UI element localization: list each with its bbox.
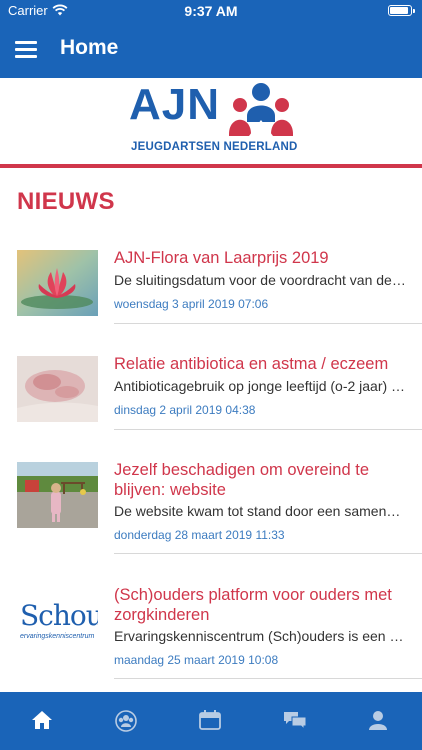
news-date: maandag 25 maart 2019 10:08: [114, 653, 279, 667]
news-thumbnail: [17, 250, 98, 316]
tab-members[interactable]: [84, 692, 168, 750]
news-date: dinsdag 2 april 2019 04:38: [114, 403, 256, 417]
tab-bar: [0, 692, 422, 750]
news-title-line: Relatie antibiotica en astma / eczeem: [114, 355, 389, 373]
list-divider: [114, 678, 422, 679]
ajn-figures-icon: [229, 83, 293, 136]
status-bar: Carrier 9:37 AM: [0, 0, 422, 22]
news-item[interactable]: Jezelf beschadigen om overeind te blijve…: [0, 460, 422, 556]
list-divider: [114, 429, 422, 430]
hamburger-menu-icon[interactable]: [15, 40, 37, 58]
news-title-line: blijven: website: [114, 481, 226, 499]
news-item[interactable]: Relatie antibiotica en astma / eczeem An…: [0, 354, 422, 432]
list-divider: [114, 553, 422, 554]
news-title: (Sch)ouders platform voor ouders met zor…: [114, 585, 404, 625]
chat-icon: [284, 712, 307, 730]
news-excerpt: De website kwam tot stand door een samen…: [114, 503, 406, 519]
news-title: Jezelf beschadigen om overeind te blijve…: [114, 460, 404, 500]
tab-home[interactable]: [0, 692, 84, 750]
page-title: Home: [60, 36, 119, 59]
news-title-line: zorgkinderen: [114, 606, 210, 624]
news-title-line: (Sch)ouders platform voor ouders met: [114, 586, 392, 604]
tab-calendar[interactable]: [168, 692, 252, 750]
group-icon: [115, 710, 137, 732]
news-title-line: Jezelf beschadigen om overeind te: [114, 461, 369, 479]
news-excerpt: De sluitingsdatum voor de voordracht van…: [114, 272, 406, 288]
ajn-logo: AJN JEUGDARTSEN NEDERLAND: [0, 78, 422, 164]
app-screen: Carrier 9:37 AM Home AJN JEUGDARTSEN NED…: [0, 0, 422, 750]
schouders-logo-thumbnail: Schouders ervaringskenniscentrum: [17, 587, 98, 653]
news-date: donderdag 28 maart 2019 11:33: [114, 528, 285, 542]
thumb-logo-text: Schouders: [20, 599, 98, 632]
calendar-icon: [199, 710, 221, 730]
tab-profile[interactable]: [336, 692, 420, 750]
news-title: AJN-Flora van Laarprijs 2019: [114, 248, 404, 268]
person-icon: [369, 711, 387, 730]
news-excerpt: Antibioticagebruik op jonge leeftijd (o-…: [114, 378, 406, 394]
battery-icon: [388, 5, 415, 16]
logo-subtitle: JEUGDARTSEN NEDERLAND: [131, 141, 298, 153]
news-thumbnail: [17, 462, 98, 528]
news-heading: NIEUWS: [17, 188, 115, 215]
news-date: woensdag 3 april 2019 07:06: [114, 297, 269, 311]
header-divider: [0, 164, 422, 168]
news-item[interactable]: Schouders ervaringskenniscentrum (Sch)ou…: [0, 585, 422, 681]
news-title-line: AJN-Flora van Laarprijs 2019: [114, 249, 329, 267]
status-time: 9:37 AM: [184, 3, 238, 19]
home-icon: [32, 711, 52, 729]
tab-messages[interactable]: [252, 692, 336, 750]
list-divider: [114, 323, 422, 324]
news-title: Relatie antibiotica en astma / eczeem: [114, 354, 404, 374]
logo-wordmark: AJN: [129, 80, 221, 129]
news-excerpt: Ervaringskenniscentrum (Sch)ouders is ee…: [114, 628, 406, 644]
news-item[interactable]: AJN-Flora van Laarprijs 2019 De sluiting…: [0, 248, 422, 326]
thumb-logo-caption: ervaringskenniscentrum: [20, 633, 95, 640]
news-thumbnail: [17, 356, 98, 422]
top-bar: Carrier 9:37 AM Home: [0, 0, 422, 78]
